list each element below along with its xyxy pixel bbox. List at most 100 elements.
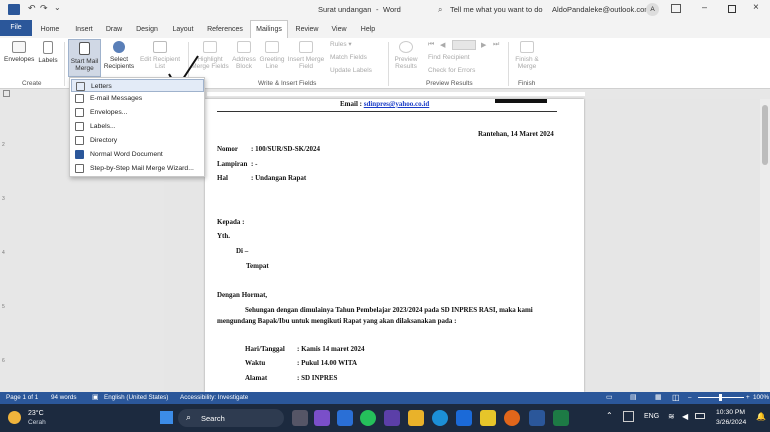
tab-review[interactable]: Review: [293, 23, 321, 36]
zoom-level[interactable]: 100%: [753, 392, 769, 404]
tab-insert[interactable]: Insert: [70, 23, 98, 36]
hal-value: : Undangan Rapat: [251, 174, 307, 182]
print-layout-icon[interactable]: ▦: [655, 392, 662, 404]
update-labels-button[interactable]: Update Labels: [330, 67, 372, 74]
zoom-slider-thumb[interactable]: [719, 394, 722, 401]
accessibility-status[interactable]: Accessibility: Investigate: [180, 392, 248, 404]
web-layout-icon[interactable]: ◫: [672, 392, 680, 404]
autosave-icon[interactable]: [8, 4, 20, 15]
edge-icon[interactable]: [432, 410, 448, 426]
language-indicator[interactable]: ENG: [644, 413, 659, 420]
first-record-icon[interactable]: ⏮: [428, 41, 434, 49]
tab-view[interactable]: View: [328, 23, 350, 36]
envelope-icon: [75, 108, 84, 117]
labels-button[interactable]: Labels: [36, 41, 60, 64]
avatar[interactable]: A: [646, 3, 659, 16]
read-mode-icon[interactable]: ▤: [630, 392, 637, 404]
task-view-icon[interactable]: [292, 410, 308, 426]
temperature[interactable]: 23°C: [28, 410, 44, 417]
menu-item-envelopes[interactable]: Envelopes...: [71, 106, 204, 119]
menu-item-letters[interactable]: Letters: [71, 79, 204, 92]
customize-qat-icon[interactable]: ⌄: [54, 3, 61, 12]
volume-icon[interactable]: ◀: [682, 412, 688, 421]
start-icon[interactable]: [160, 411, 173, 424]
zoom-in-icon[interactable]: +: [746, 392, 750, 404]
rules-button[interactable]: Rules ▾: [330, 41, 352, 48]
check-errors-button[interactable]: Check for Errors: [428, 67, 475, 74]
redo-icon[interactable]: ↷: [40, 3, 48, 14]
undo-icon[interactable]: ↶: [28, 3, 36, 14]
minimize-icon[interactable]: –: [702, 2, 707, 12]
tab-mailings[interactable]: Mailings: [250, 20, 288, 38]
firefox-icon[interactable]: [504, 410, 520, 426]
whatsapp-icon[interactable]: [360, 410, 376, 426]
address-block-button[interactable]: Address Block: [230, 41, 258, 70]
next-record-icon[interactable]: ▶: [481, 41, 486, 49]
notification-icon[interactable]: 🔔: [756, 412, 766, 421]
search-box[interactable]: Tell me what you want to do: [450, 5, 543, 14]
recipients-icon: [113, 41, 125, 53]
close-icon[interactable]: ×: [753, 2, 759, 13]
letter-date: Rantehan, 14 Maret 2024: [478, 130, 554, 138]
scrollbar-thumb[interactable]: [762, 105, 768, 165]
taskbar-search[interactable]: ⌕ Search: [178, 409, 284, 427]
preview-results-button[interactable]: Preview Results: [391, 41, 421, 70]
page-count[interactable]: Page 1 of 1: [6, 392, 38, 404]
menu-label: E-mail Messages: [90, 95, 143, 102]
menu-item-email-messages[interactable]: E-mail Messages: [71, 92, 204, 105]
menu-item-labels[interactable]: Labels...: [71, 120, 204, 133]
battery-icon[interactable]: [695, 413, 705, 419]
word-count[interactable]: 94 words: [51, 392, 77, 404]
video-call-icon[interactable]: [337, 410, 353, 426]
previous-record-icon[interactable]: ◀: [440, 41, 445, 49]
insert-merge-field-button[interactable]: Insert Merge Field: [287, 41, 325, 70]
start-mail-merge-button[interactable]: Start Mail Merge: [68, 39, 101, 77]
tab-help[interactable]: Help: [357, 23, 379, 36]
vruler-mark: 2: [2, 142, 5, 148]
tab-layout[interactable]: Layout: [168, 23, 198, 36]
vertical-scrollbar[interactable]: [760, 99, 770, 392]
vruler-mark: 5: [2, 304, 5, 310]
language-status[interactable]: English (United States): [104, 392, 168, 404]
menu-item-directory[interactable]: Directory: [71, 134, 204, 147]
account-email[interactable]: AldoPandaleke@outlook.com: [552, 5, 651, 14]
menu-item-wizard[interactable]: Step-by-Step Mail Merge Wizard...: [71, 162, 204, 175]
tray-icon[interactable]: [623, 411, 634, 422]
find-recipient-button[interactable]: Find Recipient: [428, 54, 470, 61]
weather-icon[interactable]: [8, 411, 21, 424]
tab-draw[interactable]: Draw: [102, 23, 126, 36]
menu-item-normal-document[interactable]: Normal Word Document: [71, 148, 204, 161]
clock-date[interactable]: 3/26/2024: [716, 419, 746, 426]
record-number-input[interactable]: [452, 40, 476, 50]
select-recipients-button[interactable]: Select Recipients: [101, 41, 137, 70]
excel-taskbar-icon[interactable]: [553, 410, 569, 426]
finish-merge-button[interactable]: Finish & Merge: [512, 41, 542, 70]
chat-icon[interactable]: [314, 410, 330, 426]
file-explorer-icon[interactable]: [408, 410, 424, 426]
app-icon[interactable]: [384, 410, 400, 426]
document-page[interactable]: Email : sdinpres@yahoo.co.id Rantehan, 1…: [205, 99, 584, 392]
last-record-icon[interactable]: ⏭: [493, 41, 499, 49]
store-icon[interactable]: [456, 410, 472, 426]
menu-label: Directory: [90, 137, 118, 144]
app-icon[interactable]: [480, 410, 496, 426]
chevron-up-icon[interactable]: ⌃: [606, 411, 613, 420]
match-fields-label: Match Fields: [330, 54, 367, 61]
focus-icon[interactable]: ▭: [606, 392, 613, 404]
clock-time[interactable]: 10:30 PM: [716, 409, 745, 416]
proofing-icon[interactable]: ▣: [92, 392, 99, 404]
wifi-icon[interactable]: ≋: [668, 412, 675, 421]
tab-design[interactable]: Design: [132, 23, 162, 36]
match-fields-button[interactable]: Match Fields: [330, 54, 367, 61]
ribbon-display-icon[interactable]: [671, 4, 681, 13]
greeting-line-button[interactable]: Greeting Line: [258, 41, 286, 70]
tab-file[interactable]: File: [0, 20, 32, 36]
tab-home[interactable]: Home: [36, 23, 64, 36]
word-taskbar-icon[interactable]: [529, 410, 545, 426]
tab-stop-selector-icon[interactable]: [3, 90, 10, 97]
maximize-icon[interactable]: [728, 5, 736, 13]
tab-references[interactable]: References: [203, 23, 247, 36]
email-link[interactable]: sdinpres@yahoo.co.id: [364, 100, 430, 108]
envelopes-button[interactable]: Envelopes: [4, 41, 34, 63]
zoom-out-icon[interactable]: –: [688, 392, 692, 404]
